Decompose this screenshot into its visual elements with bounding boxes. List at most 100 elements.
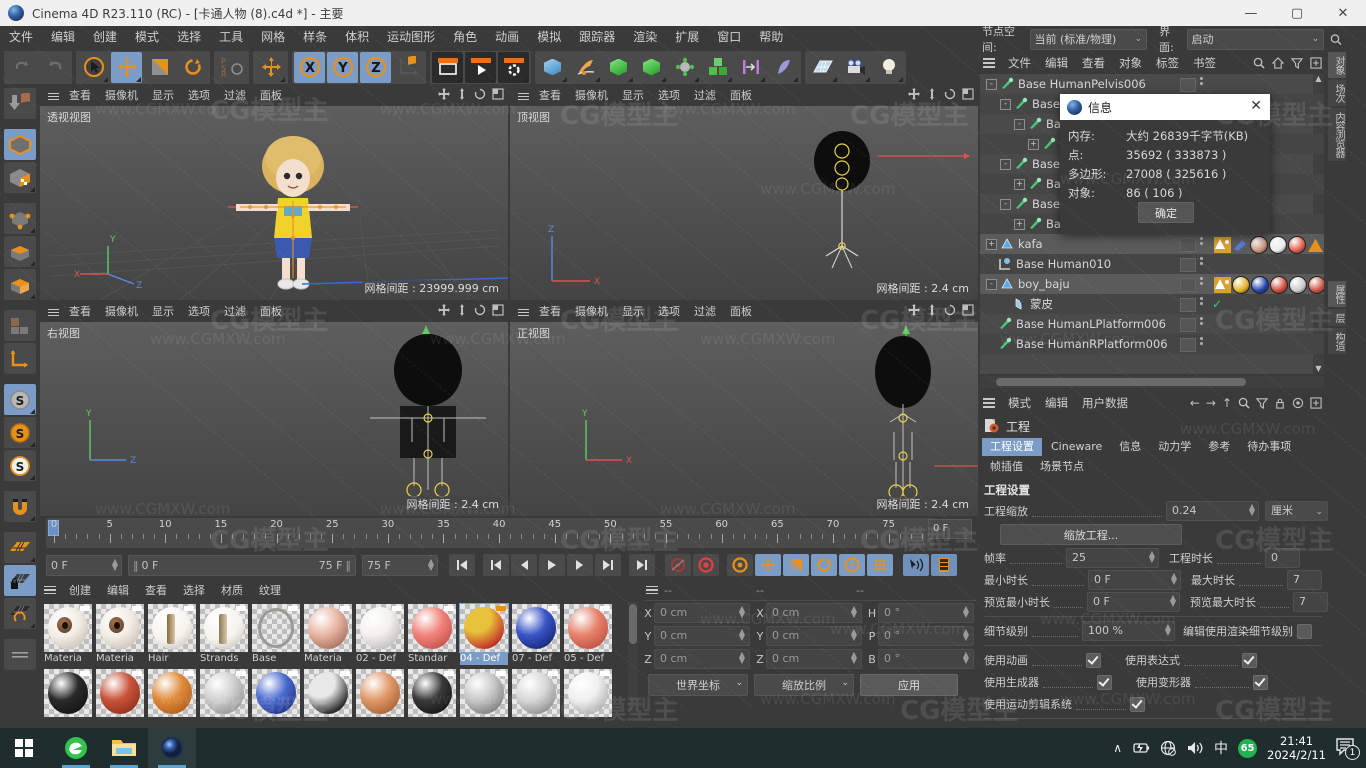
- material-thumbnail[interactable]: [460, 669, 508, 717]
- viewport-top-canvas[interactable]: 顶视图 Z X 网格间距: 2.4 cm: [510, 106, 978, 300]
- model-mode-icon[interactable]: [4, 129, 36, 160]
- menu-item-13[interactable]: 跟踪器: [570, 26, 624, 48]
- material-cell[interactable]: [512, 669, 560, 730]
- enable-axis-modification-icon[interactable]: S: [4, 384, 36, 415]
- vp1-menu-4[interactable]: 过滤: [687, 86, 723, 106]
- attr-field-2-b[interactable]: 7: [1293, 592, 1328, 612]
- check-2-a[interactable]: [1130, 696, 1145, 712]
- key-parameter-button[interactable]: P: [839, 554, 865, 576]
- material-thumbnail[interactable]: [252, 604, 300, 652]
- coord-rotation-H[interactable]: 0 ° ▲ ▼: [878, 603, 974, 623]
- texture-mode-icon[interactable]: [4, 162, 36, 193]
- viewport-top[interactable]: 查看 摄像机 显示 选项 过滤 面板 顶视图 Z X 网格间距: 2.4 cm: [510, 86, 978, 300]
- material-thumbnail[interactable]: [564, 604, 612, 652]
- visibility-dots[interactable]: [1180, 338, 1196, 352]
- vp3-menu-1[interactable]: 摄像机: [568, 302, 615, 322]
- project-scale-field[interactable]: 0.24 ▲ ▼: [1166, 501, 1259, 521]
- render-settings-icon[interactable]: [498, 51, 529, 83]
- object-menu-1[interactable]: 编辑: [1038, 52, 1075, 74]
- menu-item-3[interactable]: 模式: [126, 26, 168, 48]
- menu-item-16[interactable]: 窗口: [708, 26, 750, 48]
- visibility-dots[interactable]: [1180, 318, 1196, 332]
- material-cell[interactable]: [564, 669, 612, 730]
- keyframe-selection-button[interactable]: [727, 554, 753, 576]
- object-tree-row[interactable]: - boy_baju: [980, 274, 1324, 294]
- maximize-button[interactable]: ▢: [1274, 0, 1320, 26]
- material-cell[interactable]: [252, 669, 300, 730]
- material-cell[interactable]: [44, 669, 92, 730]
- vp3-menu-4[interactable]: 过滤: [687, 302, 723, 322]
- home-icon[interactable]: [1272, 57, 1284, 69]
- sound-playback-button[interactable]: [903, 554, 929, 576]
- viewport-right[interactable]: 查看 摄像机 显示 选项 过滤 面板 右视图 Y Z 网格间距: 2.4 cm: [40, 302, 508, 516]
- object-menu-3[interactable]: 对象: [1112, 52, 1149, 74]
- psr-icon[interactable]: PSR: [216, 52, 247, 83]
- vp2-menu-5[interactable]: 面板: [253, 302, 289, 322]
- vertical-tab-构造[interactable]: 构造: [1328, 328, 1346, 354]
- coord-position-X[interactable]: 0 cm ▲ ▼: [654, 603, 750, 623]
- network-icon[interactable]: [1160, 740, 1176, 756]
- layer-dots[interactable]: [1200, 257, 1203, 265]
- workplane-icon[interactable]: [4, 532, 36, 563]
- cinema4d-taskbar-icon[interactable]: [148, 728, 196, 768]
- coord-rotation-B[interactable]: 0 ° ▲ ▼: [878, 649, 974, 669]
- x-axis-icon[interactable]: X: [294, 51, 325, 83]
- taskbar-clock[interactable]: 21:41 2024/2/11: [1267, 734, 1326, 762]
- check-1-a[interactable]: [1097, 674, 1112, 690]
- scale-tool-icon[interactable]: [144, 52, 175, 83]
- coord-rotation-P[interactable]: 0 ° ▲ ▼: [878, 626, 974, 646]
- object-tags[interactable]: [1214, 236, 1324, 254]
- layer-dots[interactable]: [1200, 337, 1203, 345]
- key-position-button[interactable]: [755, 554, 781, 576]
- object-menu-4[interactable]: 标签: [1149, 52, 1186, 74]
- redo-icon[interactable]: [39, 52, 70, 83]
- menu-item-11[interactable]: 动画: [486, 26, 528, 48]
- tree-expander[interactable]: -: [1000, 98, 1011, 110]
- menu-item-2[interactable]: 创建: [84, 26, 126, 48]
- vp3-menu-3[interactable]: 选项: [651, 302, 687, 322]
- object-tree-row[interactable]: - Base HumanPelvis006: [980, 74, 1324, 94]
- notification-center-icon[interactable]: 1: [1336, 738, 1360, 760]
- coordinate-system-select[interactable]: 世界坐标 ⌄: [648, 674, 748, 696]
- tree-expander[interactable]: -: [986, 278, 997, 290]
- vertical-tab-内容浏览器[interactable]: 内容浏览器: [1328, 108, 1346, 161]
- vp2-menu-3[interactable]: 选项: [181, 302, 217, 322]
- uv-mode-icon[interactable]: [4, 310, 36, 341]
- material-cell[interactable]: [356, 669, 404, 730]
- add-panel-icon[interactable]: [1310, 57, 1322, 69]
- material-menu-0[interactable]: 创建: [61, 582, 99, 598]
- material-thumbnail[interactable]: [304, 669, 352, 717]
- vp2-menu-4[interactable]: 过滤: [217, 302, 253, 322]
- target-icon[interactable]: [1292, 397, 1304, 409]
- layer-dots[interactable]: [1200, 237, 1203, 245]
- menu-item-15[interactable]: 扩展: [666, 26, 708, 48]
- attr-field-2-a[interactable]: 0 F ▲ ▼: [1087, 592, 1180, 612]
- current-frame-field[interactable]: 0 F: [928, 519, 972, 539]
- nav-up-icon[interactable]: ↑: [1222, 396, 1232, 410]
- vp0-menu-1[interactable]: 摄像机: [98, 86, 145, 106]
- battery-icon[interactable]: [1132, 741, 1150, 755]
- viewport-front[interactable]: 查看 摄像机 显示 选项 过滤 面板 正视图 Y X 网格间距: 2.4 cm: [510, 302, 978, 516]
- material-cell[interactable]: [200, 669, 248, 730]
- material-cell[interactable]: Base: [252, 604, 300, 665]
- material-menu-1[interactable]: 编辑: [99, 582, 137, 598]
- object-axis-icon[interactable]: S: [4, 417, 36, 448]
- check-1-b[interactable]: [1253, 674, 1268, 690]
- material-cell[interactable]: [148, 669, 196, 730]
- lod-field[interactable]: 100 % ▲ ▼: [1082, 621, 1175, 641]
- cube-primitive-icon[interactable]: [537, 52, 568, 83]
- attribute-tab-7[interactable]: 场景节点: [1032, 458, 1092, 476]
- magnet-tool-icon[interactable]: [4, 491, 36, 522]
- coord-position-Z[interactable]: 0 cm ▲ ▼: [654, 649, 750, 669]
- animation-layout-button[interactable]: [931, 554, 957, 576]
- mograph-effector-icon[interactable]: [735, 52, 766, 83]
- search-icon[interactable]: [1330, 33, 1342, 46]
- material-cell[interactable]: [408, 669, 456, 730]
- material-cell[interactable]: 04 - Def: [459, 603, 509, 665]
- vp1-menu-5[interactable]: 面板: [723, 86, 759, 106]
- attribute-menu-1[interactable]: 编辑: [1038, 392, 1075, 414]
- vp2-menu-0[interactable]: 查看: [62, 302, 98, 322]
- material-thumbnail[interactable]: [408, 669, 456, 717]
- object-menu-2[interactable]: 查看: [1075, 52, 1112, 74]
- node-space-select[interactable]: 当前 (标准/物理) ⌄: [1029, 28, 1148, 50]
